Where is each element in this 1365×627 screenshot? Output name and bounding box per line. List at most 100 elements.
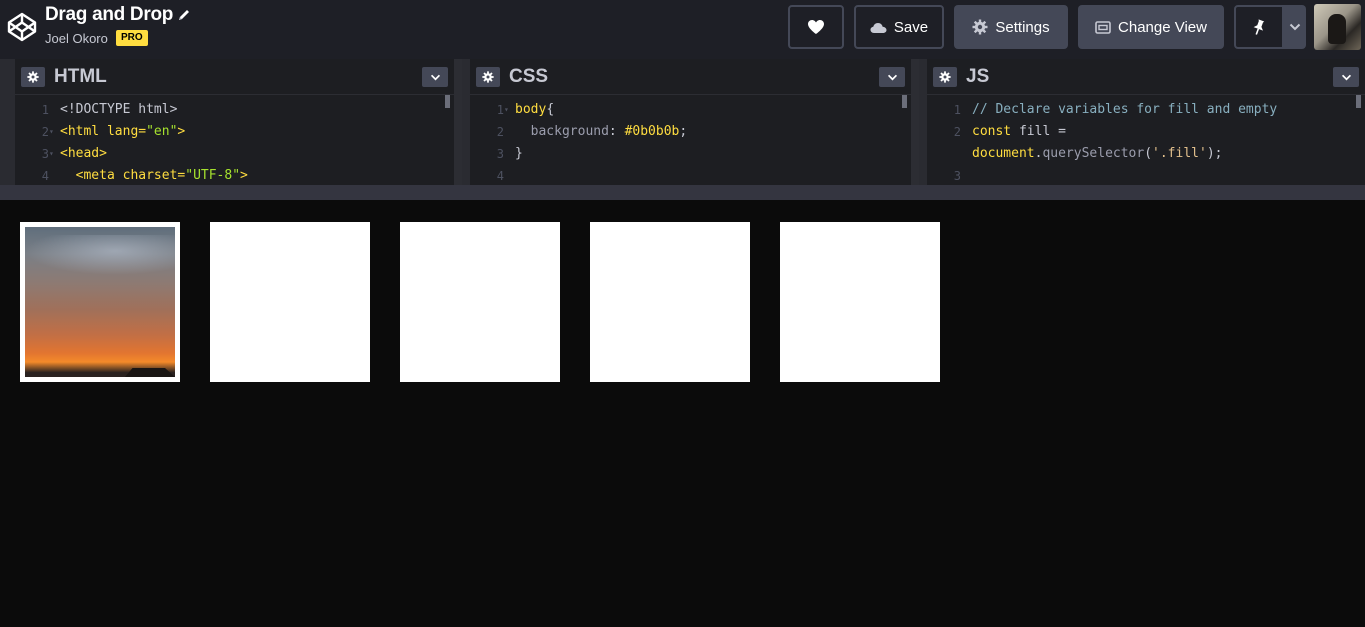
draggable-fill-image[interactable] xyxy=(25,227,175,377)
code-line[interactable]: 1 <!DOCTYPE html> xyxy=(15,99,454,121)
pen-title[interactable]: Drag and Drop xyxy=(45,4,173,26)
code-token: } xyxy=(515,146,523,161)
drop-box[interactable] xyxy=(20,222,180,382)
code-line[interactable]: 2 const fill = xyxy=(927,121,1365,143)
html-editor[interactable]: HTML 1 <!DOCTYPE html> 2 ▾ <html lang="en"> 3… xyxy=(15,59,454,185)
fold-arrow-icon[interactable]: ▾ xyxy=(49,121,54,143)
js-scrollbar[interactable] xyxy=(1356,95,1361,108)
code-text: // Declare variables for fill and empty xyxy=(972,99,1277,121)
js-editor-title: JS xyxy=(966,66,990,87)
line-number: 3 xyxy=(496,147,504,161)
code-token: ); xyxy=(1206,146,1223,161)
code-token: #0b0b0b xyxy=(624,124,680,139)
settings-button[interactable]: Settings xyxy=(954,5,1068,49)
code-token: <!DOCTYPE html> xyxy=(60,102,178,117)
love-button[interactable] xyxy=(788,5,844,49)
js-code[interactable]: 1 // Declare variables for fill and empty… xyxy=(927,99,1365,185)
chevron-down-icon xyxy=(1341,74,1351,80)
line-number: 4 xyxy=(496,169,504,183)
code-text: } xyxy=(515,143,523,165)
code-token: <html xyxy=(60,124,107,139)
header: Drag and Drop Joel Okoro PRO Save Settin… xyxy=(0,0,1365,59)
pin-button[interactable] xyxy=(1234,5,1284,49)
line-number: 3 xyxy=(953,169,961,183)
code-line[interactable]: 1 ▾ body{ xyxy=(470,99,911,121)
code-line[interactable]: 3 ▾ <head> xyxy=(15,143,454,165)
line-number: 2 xyxy=(496,125,504,139)
editor-divider[interactable] xyxy=(454,59,462,185)
code-token: '.fill' xyxy=(1152,146,1207,161)
editor-edge xyxy=(0,59,15,185)
html-code[interactable]: 1 <!DOCTYPE html> 2 ▾ <html lang="en"> 3 ▾ <hea… xyxy=(15,99,454,185)
editor-edge xyxy=(462,59,470,185)
html-collapse-button[interactable] xyxy=(422,67,448,87)
code-token: ( xyxy=(1144,146,1153,161)
preview-pane xyxy=(0,200,1365,627)
code-text: document.querySelector('.fill'); xyxy=(972,143,1222,165)
line-number: 1 xyxy=(953,103,961,117)
code-token: "UTF-8" xyxy=(185,168,241,183)
pin-icon xyxy=(1253,18,1265,35)
drop-box[interactable] xyxy=(780,222,940,382)
drop-box[interactable] xyxy=(210,222,370,382)
pin-dropdown-button[interactable] xyxy=(1284,5,1306,49)
code-line[interactable]: document.querySelector('.fill'); xyxy=(927,143,1365,165)
code-token: ; xyxy=(679,124,688,139)
code-line[interactable]: 4 xyxy=(470,165,911,185)
line-number: 2 xyxy=(953,125,961,139)
code-token: document xyxy=(972,146,1035,161)
line-number: 1 xyxy=(41,103,49,117)
editor-divider[interactable] xyxy=(911,59,919,185)
user-avatar[interactable] xyxy=(1314,4,1361,50)
code-line[interactable]: 2 background: #0b0b0b; xyxy=(470,121,911,143)
editor-resize-bar[interactable] xyxy=(0,185,1365,200)
cloud-icon xyxy=(870,22,887,33)
html-editor-title: HTML xyxy=(54,66,107,87)
css-editor[interactable]: CSS 1 ▾ body{2 background: #0b0b0b; 3} 4 xyxy=(470,59,911,185)
change-view-button[interactable]: Change View xyxy=(1078,5,1224,49)
editor-area: HTML 1 <!DOCTYPE html> 2 ▾ <html lang="en"> 3… xyxy=(0,59,1365,185)
heart-icon xyxy=(808,20,824,34)
drop-box[interactable] xyxy=(400,222,560,382)
code-token: charset= xyxy=(122,168,186,183)
css-editor-title: CSS xyxy=(509,66,549,87)
html-settings-button[interactable] xyxy=(21,67,45,87)
code-token: > xyxy=(177,124,186,139)
css-collapse-button[interactable] xyxy=(879,67,905,87)
code-token: { xyxy=(546,102,555,117)
code-line[interactable]: 3 xyxy=(927,165,1365,185)
code-line[interactable]: 3} xyxy=(470,143,911,165)
js-settings-button[interactable] xyxy=(933,67,957,87)
code-token: "en" xyxy=(146,124,178,139)
code-token: background xyxy=(515,124,609,139)
author-name[interactable]: Joel Okoro xyxy=(45,31,108,46)
gear-icon xyxy=(27,71,39,83)
chevron-down-icon xyxy=(430,74,440,80)
css-editor-header: CSS xyxy=(470,59,911,95)
settings-label: Settings xyxy=(995,18,1050,36)
drop-box[interactable] xyxy=(590,222,750,382)
line-number: 2 xyxy=(41,125,49,139)
fold-arrow-icon[interactable]: ▾ xyxy=(504,99,509,121)
code-token: const xyxy=(972,124,1019,139)
chevron-down-icon xyxy=(1289,23,1301,31)
pencil-icon[interactable] xyxy=(177,8,191,22)
change-view-label: Change View xyxy=(1118,18,1207,36)
css-code[interactable]: 1 ▾ body{2 background: #0b0b0b; 3} 4 xyxy=(470,99,911,185)
code-line[interactable]: 4 <meta charset="UTF-8"> xyxy=(15,165,454,185)
line-number: 3 xyxy=(41,147,49,161)
js-collapse-button[interactable] xyxy=(1333,67,1359,87)
code-token: lang= xyxy=(106,124,147,139)
code-line[interactable]: 2 ▾ <html lang="en"> xyxy=(15,121,454,143)
html-scrollbar[interactable] xyxy=(445,95,450,108)
codepen-logo-icon[interactable] xyxy=(6,11,38,43)
gear-icon xyxy=(482,71,494,83)
css-settings-button[interactable] xyxy=(476,67,500,87)
code-line[interactable]: 1 // Declare variables for fill and empty xyxy=(927,99,1365,121)
css-scrollbar[interactable] xyxy=(902,95,907,108)
html-editor-header: HTML xyxy=(15,59,454,95)
save-button[interactable]: Save xyxy=(854,5,944,49)
fold-arrow-icon[interactable]: ▾ xyxy=(49,143,54,165)
code-token: body xyxy=(515,102,547,117)
js-editor[interactable]: JS 1 // Declare variables for fill and em… xyxy=(927,59,1365,185)
